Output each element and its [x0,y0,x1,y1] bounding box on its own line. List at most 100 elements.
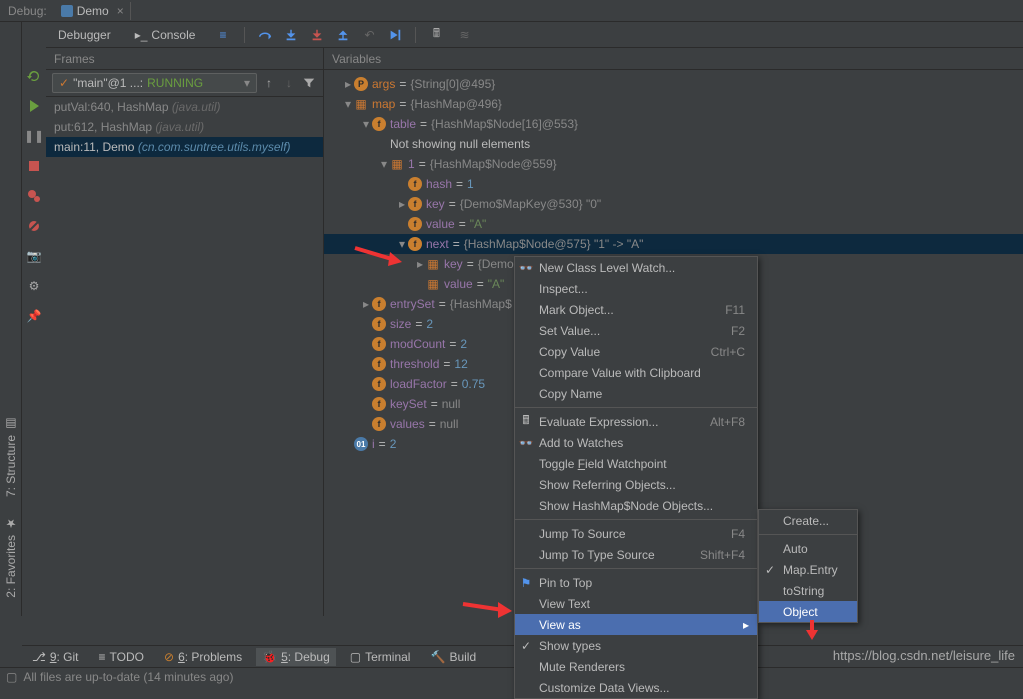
evaluate-icon[interactable]: 🖩 [428,27,444,43]
close-icon[interactable]: × [117,4,124,18]
variable-row[interactable]: fvalue="A" [324,214,1023,234]
next-frame-icon[interactable]: ↓ [281,75,297,91]
frame-row[interactable]: put:612, HashMap (java.util) [46,117,323,137]
submenu-item[interactable]: Auto [759,538,857,559]
expand-arrow[interactable]: ▸ [360,297,372,311]
object-icon: ▦ [426,277,440,291]
variable-row[interactable]: ▾▦1={HashMap$Node@559} [324,154,1023,174]
terminal-tab[interactable]: ▢Terminal [344,648,417,666]
submenu-item[interactable]: toString [759,580,857,601]
check-icon: ✓ [521,639,531,653]
step-into-icon[interactable] [283,27,299,43]
frames-panel: Frames ✓ "main"@1 ...: RUNNING ▾ ↑ ↓ put… [46,48,324,616]
menu-item[interactable]: Customize Data Views... [515,677,757,698]
build-tab[interactable]: 🔨Build [424,648,482,666]
thread-selector[interactable]: ✓ "main"@1 ...: RUNNING ▾ [52,73,257,93]
filter-icon[interactable] [301,75,317,91]
debug-gutter: ❚❚ 📷 ⚙ 📌 [22,22,46,616]
expand-arrow[interactable]: ▸ [342,77,354,91]
menu-item[interactable]: View Text [515,593,757,614]
submenu-item[interactable]: ✓Map.Entry [759,559,857,580]
context-menu[interactable]: 👓New Class Level Watch...Inspect...Mark … [514,256,758,699]
frames-title: Frames [46,48,323,70]
menu-item[interactable]: Jump To SourceF4 [515,523,757,544]
menu-item[interactable]: ✓Show types [515,635,757,656]
object-icon: ▦ [426,257,440,271]
view-breakpoints-icon[interactable] [26,188,42,204]
debug-tab[interactable]: 🐞5: Debug [256,648,336,666]
menu-item[interactable]: Show Referring Objects... [515,474,757,495]
menu-item[interactable]: View as▸ [515,614,757,635]
menu-item[interactable]: Jump To Type SourceShift+F4 [515,544,757,565]
side-tab-favorites[interactable]: 2: Favorites ★ [2,509,20,606]
field-badge: f [372,417,386,431]
field-badge: f [408,197,422,211]
menu-item[interactable]: Mark Object...F11 [515,299,757,320]
field-badge: f [372,357,386,371]
rerun-icon[interactable] [26,68,42,84]
submenu-arrow-icon: ▸ [743,618,749,632]
field-badge: f [372,297,386,311]
mute-breakpoints-icon[interactable] [26,218,42,234]
variable-row[interactable]: ▾fnext={HashMap$Node@575} "1" -> "A" [324,234,1023,254]
variable-row[interactable]: ▾▦map={HashMap@496} [324,94,1023,114]
force-step-into-icon[interactable] [309,27,325,43]
step-out-icon[interactable] [335,27,351,43]
side-tab-structure[interactable]: 7: Structure ▤ [2,409,20,505]
expand-arrow[interactable]: ▾ [360,117,372,131]
menu-item[interactable]: Copy Name [515,383,757,404]
submenu-item[interactable]: Create... [759,510,857,531]
expand-arrow[interactable]: ▾ [342,97,354,111]
variable-row[interactable]: ▸Pargs={String[0]@495} [324,74,1023,94]
menu-item[interactable]: Copy ValueCtrl+C [515,341,757,362]
field-badge: f [372,317,386,331]
problems-tab[interactable]: ⊘6: Problems [158,648,248,666]
variables-title: Variables [324,48,1023,70]
settings-icon[interactable]: ⚙ [26,278,42,294]
step-over-icon[interactable] [257,27,273,43]
todo-tab[interactable]: ≡TODO [93,648,150,666]
run-config-tab[interactable]: Demo × [55,2,131,20]
expand-arrow[interactable]: ▾ [378,157,390,171]
variable-row[interactable]: ▸fkey={Demo$MapKey@530} "0" [324,194,1023,214]
glasses-icon: 👓 [519,436,533,450]
menu-item[interactable]: Compare Value with Clipboard [515,362,757,383]
menu-item[interactable]: 🖩Evaluate Expression...Alt+F8 [515,411,757,432]
menu-item[interactable]: Toggle Field Watchpoint [515,453,757,474]
variable-row[interactable]: fhash=1 [324,174,1023,194]
run-to-cursor-icon[interactable] [387,27,403,43]
menu-item[interactable]: 👓New Class Level Watch... [515,257,757,278]
menu-item[interactable]: ⚑Pin to Top [515,572,757,593]
pin-icon[interactable]: 📌 [26,308,42,324]
variable-row[interactable]: ▾ftable={HashMap$Node[16]@553} [324,114,1023,134]
stop-icon[interactable] [26,158,42,174]
pin-icon: ⚑ [519,576,533,590]
menu-item[interactable]: Inspect... [515,278,757,299]
resume-icon[interactable] [26,98,42,114]
menu-item[interactable]: Mute Renderers [515,656,757,677]
frame-row[interactable]: putVal:640, HashMap (java.util) [46,97,323,117]
pause-icon[interactable]: ❚❚ [26,128,42,144]
trace-icon[interactable]: ≋ [456,27,472,43]
int-badge: 01 [354,437,368,451]
drop-frame-icon[interactable]: ↶ [361,27,377,43]
console-tab[interactable]: ▸_ Console [129,26,202,44]
menu-item[interactable]: Set Value...F2 [515,320,757,341]
debugger-tab[interactable]: Debugger [52,26,117,44]
expand-arrow[interactable]: ▸ [414,257,426,271]
debug-label: Debug: [8,4,47,18]
field-badge: f [408,217,422,231]
snapshot-icon[interactable]: 📷 [26,248,42,264]
git-tab[interactable]: ⎇9: Git [26,648,85,666]
threads-icon[interactable]: ≡ [213,26,232,44]
expand-arrow[interactable]: ▸ [396,197,408,211]
frames-list[interactable]: putVal:640, HashMap (java.util)put:612, … [46,97,323,616]
menu-item[interactable]: Show HashMap$Node Objects... [515,495,757,516]
check-icon: ✓ [765,563,775,577]
prev-frame-icon[interactable]: ↑ [261,75,277,91]
status-message: All files are up-to-date (14 minutes ago… [23,670,233,684]
menu-item[interactable]: 👓Add to Watches [515,432,757,453]
view-as-submenu[interactable]: Create...Auto✓Map.EntrytoStringObject [758,509,858,623]
variable-row[interactable]: Not showing null elements [324,134,1023,154]
frame-row[interactable]: main:11, Demo (cn.com.suntree.utils.myse… [46,137,323,157]
